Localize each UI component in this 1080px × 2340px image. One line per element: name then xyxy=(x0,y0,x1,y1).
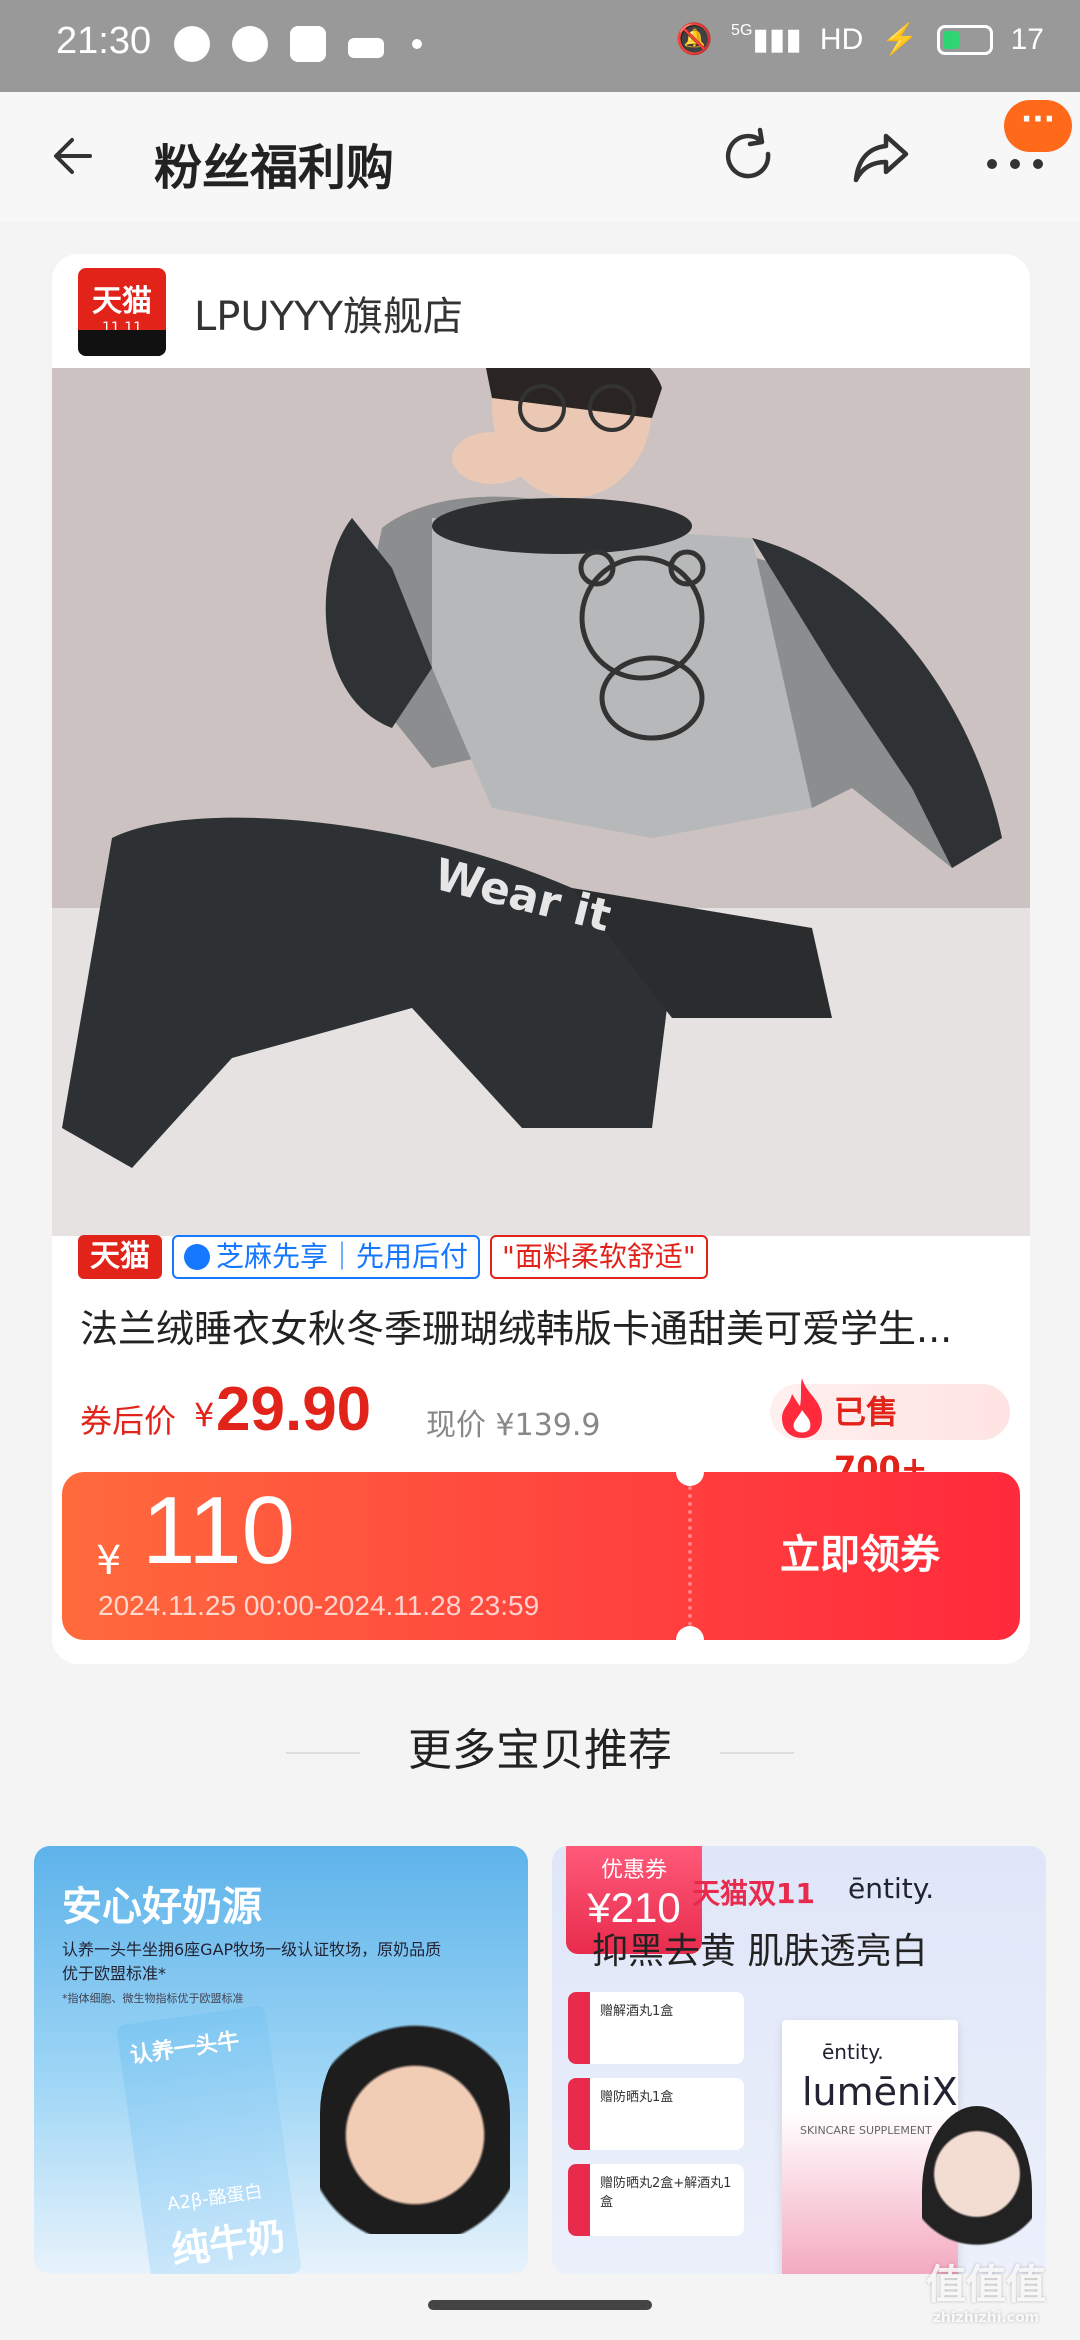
rec-offer: 赠防晒丸2盒+解酒丸1盒 xyxy=(568,2164,744,2236)
coupon-banner[interactable]: ¥ 110 2024.11.25 00:00-2024.11.28 23:59 … xyxy=(62,1472,1020,1640)
chat-bubble-icon xyxy=(174,26,210,62)
rec-subtext: 认养一头牛坐拥6座GAP牧场一级认证牧场，原奶品质优于欧盟标准* xyxy=(62,1940,442,1983)
coupon-amount: 110 xyxy=(142,1477,296,1584)
store-header[interactable]: 天猫 11.11 LPUYYY旗舰店 xyxy=(52,254,1030,368)
section-title: 更多宝贝推荐 xyxy=(408,1725,672,1776)
tmall-tag: 天猫 xyxy=(78,1235,162,1279)
recommendation-card-milk[interactable]: 安心好奶源 认养一头牛坐拥6座GAP牧场一级认证牧场，原奶品质优于欧盟标准* *… xyxy=(34,1846,528,2274)
milk-carton-image: 认养一头牛 A2β-酪蛋白 纯牛奶 xyxy=(115,2004,303,2274)
model-photo xyxy=(922,2106,1032,2274)
battery-level: 17 xyxy=(1010,22,1044,56)
battery-icon xyxy=(936,24,993,55)
coupon-yen: ¥ xyxy=(96,1538,122,1584)
page-title: 粉丝福利购 xyxy=(154,140,395,196)
rec-note: *指体细胞、微生物指标优于欧盟标准 xyxy=(62,1992,244,2005)
store-name[interactable]: LPUYYY旗舰店 xyxy=(194,284,463,342)
recommendation-card-supplement[interactable]: 优惠券 ¥210 天猫双11 ēntity. 抑黑去黄 肌肤透亮白 赠解酒丸1盒… xyxy=(552,1846,1046,2274)
pajama-model-illustration: Wear it xyxy=(52,368,1030,1236)
mute-icon: 🔕 xyxy=(675,23,714,56)
signal-icon: 5G▮▮▮ xyxy=(731,22,802,56)
zhima-tag: 芝麻先享｜先用后付 xyxy=(172,1235,481,1279)
tmall-cat-icon xyxy=(78,330,166,356)
claim-coupon-button[interactable]: 立即领券 xyxy=(780,1522,940,1580)
yen-symbol: ¥ xyxy=(194,1396,215,1434)
missed-call-icon xyxy=(348,38,384,58)
share-icon[interactable] xyxy=(848,124,914,190)
sold-count-badge: 已售700+ xyxy=(770,1378,1010,1487)
rec-offer: 赠防晒丸1盒 xyxy=(568,2078,744,2150)
message-icon xyxy=(232,26,268,62)
qq-icon xyxy=(290,26,326,62)
child-photo xyxy=(320,2014,510,2234)
feature-tag: "面料柔软舒适" xyxy=(490,1235,708,1279)
flame-icon xyxy=(782,1378,822,1438)
product-image[interactable]: Wear it xyxy=(52,368,1030,1236)
top-nav-bar: 粉丝福利购 ··· xyxy=(0,92,1080,222)
hd-label: HD xyxy=(819,22,864,56)
after-coupon-label: 券后价 xyxy=(80,1402,177,1440)
zhima-icon xyxy=(184,1244,210,1270)
notification-icons xyxy=(174,26,422,62)
refresh-icon[interactable] xyxy=(716,124,782,190)
price-row: 券后价 ¥ 29.90 现价 ¥139.9 已售700+ xyxy=(80,1370,1010,1487)
status-bar: 21:30 🔕 5G▮▮▮ HD ⚡ 17 xyxy=(0,0,1080,92)
charging-icon: ⚡ xyxy=(881,23,919,56)
rec-headline: 安心好奶源 xyxy=(62,1884,262,1930)
more-recommendations-header: 更多宝贝推荐 xyxy=(0,1716,1080,1786)
product-title[interactable]: 法兰绒睡衣女秋冬季珊瑚绒韩版卡通甜美可爱学生... xyxy=(80,1298,1020,1353)
system-icons: 🔕 5G▮▮▮ HD ⚡ 17 xyxy=(676,22,1044,57)
current-price: 现价 ¥139.9 xyxy=(426,1408,601,1443)
product-tags: 天猫 芝麻先享｜先用后付 "面料柔软舒适" xyxy=(78,1234,708,1280)
product-card[interactable]: 天猫 11.11 LPUYYY旗舰店 Wear it 天猫 芝麻先享｜先用后付 … xyxy=(52,254,1030,1664)
coupon-divider xyxy=(688,1486,692,1626)
site-watermark: 值值值 zhizhizhi.com xyxy=(926,2262,1046,2326)
rec-offer: 赠解酒丸1盒 xyxy=(568,1992,744,2064)
home-indicator[interactable] xyxy=(428,2300,652,2310)
back-arrow-icon[interactable] xyxy=(44,126,104,186)
after-coupon-price: 29.90 xyxy=(216,1375,372,1444)
more-notifications-icon xyxy=(412,39,422,49)
rec-brand-entity: ēntity. xyxy=(848,1872,935,1905)
coupon-validity: 2024.11.25 00:00-2024.11.28 23:59 xyxy=(98,1590,540,1621)
rec-brand: 天猫双11 xyxy=(692,1877,815,1910)
rec-slogan: 抑黑去黄 肌肤透亮白 xyxy=(592,1931,928,1972)
status-time: 21:30 xyxy=(56,20,152,62)
tmall-logo: 天猫 11.11 xyxy=(78,268,166,356)
message-badge[interactable]: ··· xyxy=(1004,100,1072,152)
